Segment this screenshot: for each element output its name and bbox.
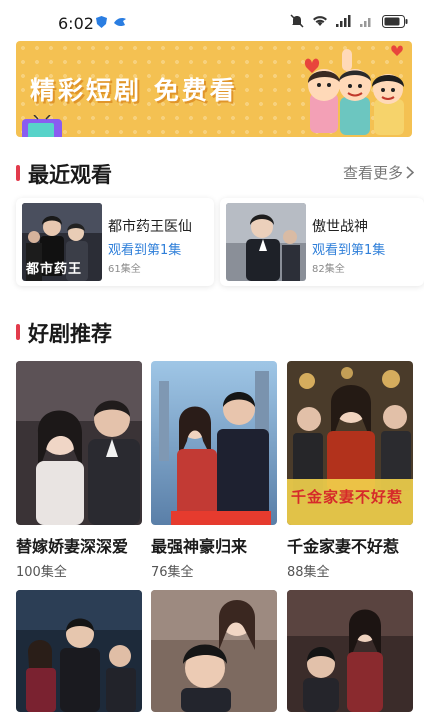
drama-episode-count: 100集全	[16, 565, 67, 580]
battery-icon	[382, 14, 408, 28]
drama-card[interactable]: 最强神豪归来 76集全	[151, 361, 277, 580]
recent-poster	[226, 203, 306, 281]
recent-progress: 观看到第1集	[108, 243, 182, 258]
chevron-right-icon	[406, 166, 414, 179]
drama-title: 最强神豪归来	[151, 537, 248, 556]
recent-section-title: 最近观看	[28, 163, 112, 187]
recent-poster: 都市药王	[22, 203, 102, 281]
recent-list: 都市药王 都市药王医仙 观看到第1集 61集全 傲世战神 观看到第1集 82集全	[16, 198, 424, 286]
drama-poster: 千金家妻不好惹	[287, 361, 413, 525]
drama-card[interactable]	[151, 590, 277, 712]
drama-card[interactable]	[287, 590, 413, 712]
drama-card[interactable]: 替嫁娇妻深深爱 100集全	[16, 361, 142, 580]
status-time: 6:02	[58, 14, 94, 33]
section-accent-bar	[16, 165, 20, 181]
drama-episode-count: 88集全	[287, 565, 330, 580]
status-system-icons	[290, 14, 408, 28]
mute-icon	[290, 14, 304, 28]
wifi-icon	[312, 15, 328, 27]
recent-section-header: 最近观看 查看更多	[16, 159, 414, 187]
tv-icon	[20, 115, 64, 137]
bird-icon	[113, 16, 127, 28]
recommend-section-header: 好剧推荐	[16, 318, 414, 346]
drama-poster	[16, 361, 142, 525]
drama-title: 千金家妻不好惹	[287, 537, 400, 556]
drama-title: 替嫁娇妻深深爱	[16, 537, 129, 556]
drama-card[interactable]: 千金家妻不好惹 千金家妻不好惹 88集全	[287, 361, 413, 580]
drama-poster	[151, 361, 277, 525]
drama-poster	[16, 590, 142, 712]
recent-progress: 观看到第1集	[312, 243, 386, 258]
banner-text: 精彩短剧 免费看	[30, 76, 238, 105]
status-bar: 6:02	[0, 0, 424, 44]
recent-episode-count: 82集全	[312, 264, 345, 275]
signal-icon	[336, 15, 352, 27]
drama-poster	[151, 590, 277, 712]
drama-card[interactable]	[16, 590, 142, 712]
recent-card[interactable]: 都市药王 都市药王医仙 观看到第1集 61集全	[16, 198, 214, 286]
recommend-section-title: 好剧推荐	[28, 322, 112, 346]
signal-2-icon	[360, 15, 374, 27]
drama-episode-count: 76集全	[151, 565, 194, 580]
recent-episode-count: 61集全	[108, 264, 141, 275]
cartoon-characters-illustration	[292, 45, 412, 137]
see-more-link[interactable]: 查看更多	[343, 162, 414, 183]
recent-card[interactable]: 傲世战神 观看到第1集 82集全	[220, 198, 424, 286]
recent-title: 都市药王医仙	[108, 219, 192, 235]
section-accent-bar	[16, 324, 20, 340]
drama-poster	[287, 590, 413, 712]
shield-icon	[96, 16, 107, 28]
promo-banner[interactable]: 精彩短剧 免费看	[16, 41, 412, 137]
drama-poster-caption: 千金家妻不好惹	[291, 488, 404, 506]
status-notification-icons	[96, 16, 127, 28]
recent-poster-caption: 都市药王	[26, 262, 83, 277]
recent-title: 傲世战神	[312, 219, 368, 235]
see-more-label: 查看更多	[342, 164, 403, 182]
